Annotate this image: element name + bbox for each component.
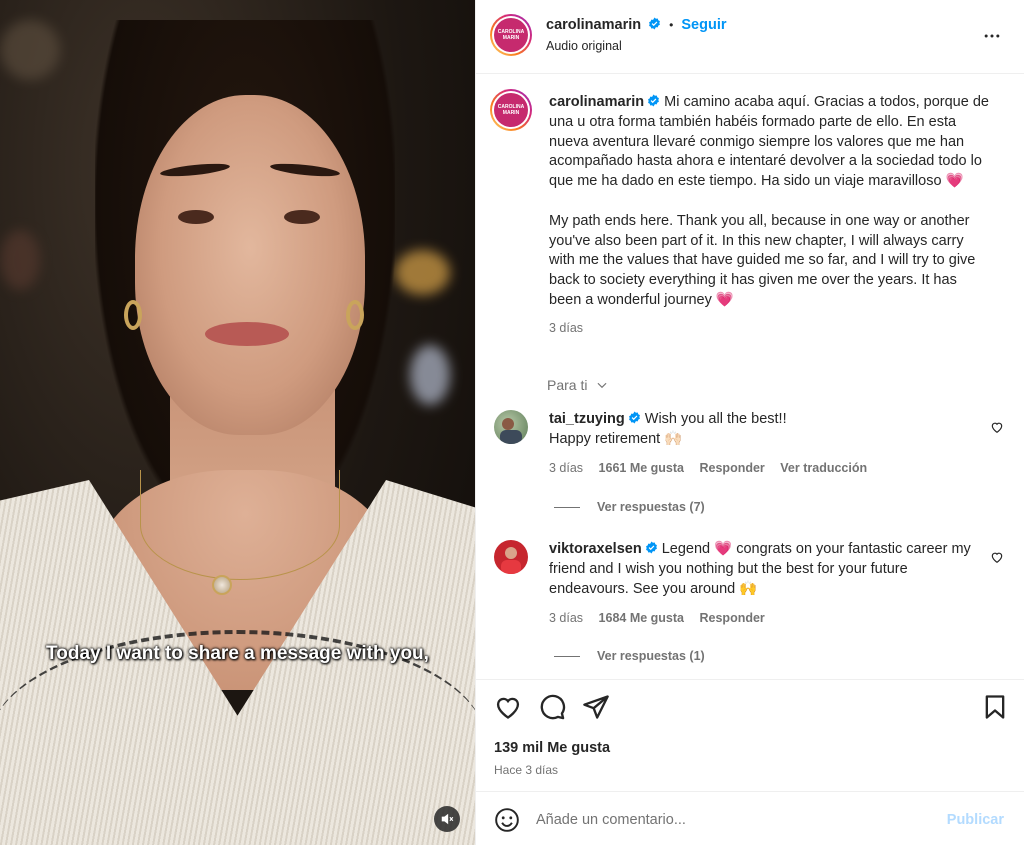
author-logo-icon: CAROLINA MARIN bbox=[494, 93, 528, 127]
verified-badge-icon bbox=[648, 94, 660, 107]
necklace bbox=[140, 470, 340, 580]
person-photo-icon bbox=[500, 418, 522, 444]
save-bookmark-icon[interactable] bbox=[981, 693, 1009, 721]
pink-heart-emoji: 💗 bbox=[714, 541, 733, 557]
commenter-avatar[interactable] bbox=[494, 540, 528, 574]
comment-composer: Publicar bbox=[476, 791, 1024, 845]
view-replies-label: Ver respuestas (7) bbox=[597, 500, 705, 514]
publish-button[interactable]: Publicar bbox=[947, 812, 1004, 828]
right-earring bbox=[346, 300, 364, 330]
chevron-down-icon bbox=[597, 382, 607, 389]
caption-author-avatar[interactable]: CAROLINA MARIN bbox=[490, 89, 532, 131]
person-photo-icon bbox=[501, 547, 521, 574]
more-horizontal-icon[interactable] bbox=[982, 26, 1002, 46]
header-separator: • bbox=[669, 18, 674, 32]
video-player[interactable]: Today I want to share a message with you… bbox=[0, 0, 475, 845]
reply-button[interactable]: Responder bbox=[700, 461, 765, 475]
pendant bbox=[212, 575, 232, 595]
post-details-panel: CAROLINA MARIN carolinamarin • Seguir Aud… bbox=[475, 0, 1024, 845]
comment-body-line2: Happy retirement 🙌🏻 bbox=[549, 430, 683, 447]
audio-label[interactable]: Audio original bbox=[546, 39, 622, 53]
post-header: CAROLINA MARIN carolinamarin • Seguir Aud… bbox=[476, 0, 1024, 74]
comment-likes[interactable]: 1684 Me gusta bbox=[599, 611, 684, 625]
emoji-smiley-icon[interactable] bbox=[494, 807, 520, 833]
comment-sort-dropdown[interactable]: Para ti bbox=[547, 377, 609, 393]
background-shelf bbox=[0, 230, 40, 290]
verified-badge-icon bbox=[645, 541, 657, 554]
right-eye bbox=[284, 210, 320, 224]
comment-meta: 3 días 1684 Me gusta Responder bbox=[549, 611, 777, 625]
share-paper-plane-icon[interactable] bbox=[582, 693, 610, 721]
comment-item: viktoraxelsen Legend 💗 congrats on your … bbox=[494, 540, 1004, 630]
post-viewer: Today I want to share a message with you… bbox=[0, 0, 1024, 845]
view-replies-button[interactable]: Ver respuestas (1) bbox=[554, 649, 705, 663]
comment-item: tai_tzuying Wish you all the best!! Happ… bbox=[494, 410, 1004, 480]
lips bbox=[205, 322, 289, 346]
post-actions: 139 mil Me gusta Hace 3 días bbox=[476, 679, 1024, 791]
comment-meta: 3 días 1661 Me gusta Responder Ver tradu… bbox=[549, 461, 879, 475]
like-heart-icon[interactable] bbox=[494, 693, 522, 721]
commenter-username[interactable]: tai_tzuying bbox=[549, 411, 625, 427]
video-subtitle: Today I want to share a message with you… bbox=[46, 643, 429, 664]
comment-likes[interactable]: 1661 Me gusta bbox=[599, 461, 684, 475]
comment-bubble-icon[interactable] bbox=[538, 693, 566, 721]
replies-line bbox=[554, 507, 580, 509]
verified-badge-icon bbox=[628, 411, 640, 424]
pink-heart-emoji: 💗 bbox=[945, 173, 964, 190]
background-light bbox=[0, 20, 60, 80]
comment-time[interactable]: 3 días bbox=[549, 461, 583, 475]
post-like-count[interactable]: 139 mil Me gusta bbox=[494, 740, 610, 756]
like-comment-heart-icon[interactable] bbox=[990, 550, 1004, 564]
speaker-muted-icon[interactable] bbox=[434, 806, 460, 832]
reply-button[interactable]: Responder bbox=[700, 611, 765, 625]
comment-text: viktoraxelsen Legend 💗 congrats on your … bbox=[549, 540, 979, 599]
face bbox=[135, 95, 365, 435]
comment-input[interactable] bbox=[536, 809, 926, 831]
sort-label: Para ti bbox=[547, 377, 588, 393]
verified-badge-icon bbox=[649, 17, 661, 30]
pink-heart-emoji: 💗 bbox=[715, 291, 734, 308]
left-eye bbox=[178, 210, 214, 224]
post-caption: carolinamarin Mi camino acaba aquí. Grac… bbox=[549, 93, 989, 339]
follow-button[interactable]: Seguir bbox=[681, 17, 726, 33]
view-replies-button[interactable]: Ver respuestas (7) bbox=[554, 500, 705, 514]
caption-time[interactable]: 3 días bbox=[549, 319, 989, 339]
translate-button[interactable]: Ver traducción bbox=[780, 461, 867, 475]
background-figure bbox=[410, 345, 450, 405]
comments-section[interactable]: CAROLINA MARIN carolinamarin Mi camino ac… bbox=[476, 75, 1024, 679]
commenter-avatar[interactable] bbox=[494, 410, 528, 444]
view-replies-label: Ver respuestas (1) bbox=[597, 649, 705, 663]
comment-time[interactable]: 3 días bbox=[549, 611, 583, 625]
like-comment-heart-icon[interactable] bbox=[990, 420, 1004, 434]
comment-body: Legend bbox=[661, 541, 715, 557]
left-earring bbox=[124, 300, 142, 330]
post-time[interactable]: Hace 3 días bbox=[494, 763, 558, 777]
comment-body: Wish you all the best!! bbox=[644, 411, 787, 427]
author-avatar[interactable]: CAROLINA MARIN bbox=[490, 14, 532, 56]
background-lamp bbox=[395, 250, 450, 295]
author-logo-icon: CAROLINA MARIN bbox=[494, 18, 528, 52]
commenter-username[interactable]: viktoraxelsen bbox=[549, 541, 642, 557]
caption-username[interactable]: carolinamarin bbox=[549, 94, 644, 110]
comment-text: tai_tzuying Wish you all the best!! Happ… bbox=[549, 410, 979, 450]
author-username[interactable]: carolinamarin bbox=[546, 17, 641, 33]
replies-line bbox=[554, 656, 580, 658]
caption-text-en: My path ends here. Thank you all, becaus… bbox=[549, 212, 976, 308]
